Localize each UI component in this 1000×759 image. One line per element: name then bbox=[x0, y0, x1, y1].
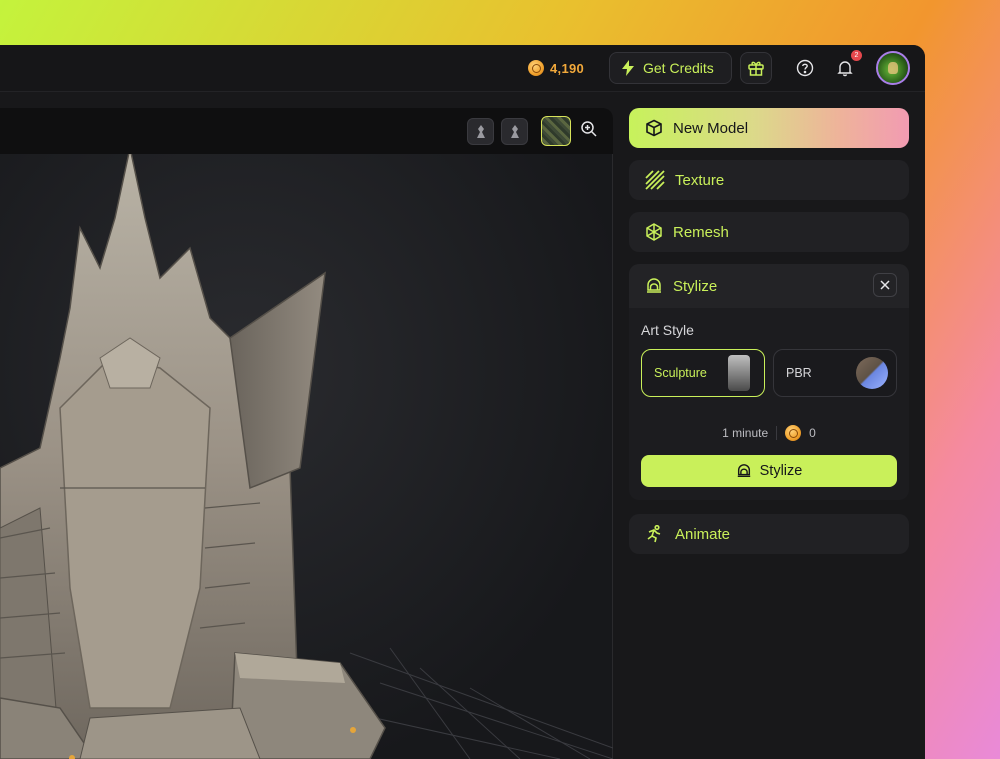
stylize-submit-button[interactable]: Stylize bbox=[641, 455, 897, 487]
stylize-button-label: Stylize bbox=[759, 463, 803, 479]
notification-badge: 2 bbox=[851, 50, 862, 61]
stylize-header[interactable]: Stylize bbox=[629, 264, 909, 308]
animate-label: Animate bbox=[675, 525, 731, 543]
model-viewport[interactable] bbox=[0, 108, 613, 759]
helmet-icon bbox=[645, 277, 663, 295]
style-option-pbr[interactable]: PBR bbox=[773, 349, 897, 397]
stylize-estimate: 1 minute 0 bbox=[629, 425, 909, 441]
viewport-toolbar bbox=[0, 108, 613, 154]
remesh-button[interactable]: Remesh bbox=[629, 212, 909, 252]
pbr-preview-image bbox=[856, 357, 888, 389]
divider bbox=[776, 426, 778, 440]
gift-button[interactable] bbox=[740, 52, 772, 84]
new-model-label: New Model bbox=[673, 119, 749, 137]
credit-balance: 4,190 bbox=[528, 59, 584, 77]
gift-icon bbox=[747, 59, 765, 77]
get-credits-label: Get Credits bbox=[643, 60, 714, 76]
credit-amount: 4,190 bbox=[550, 60, 585, 76]
remesh-label: Remesh bbox=[673, 223, 729, 241]
zoom-button[interactable] bbox=[580, 120, 600, 140]
style-option-sculpture[interactable]: Sculpture bbox=[641, 349, 765, 397]
help-button[interactable] bbox=[789, 52, 821, 84]
zoom-in-icon bbox=[580, 120, 600, 138]
close-icon bbox=[880, 280, 890, 290]
help-icon bbox=[796, 59, 814, 77]
helmet-icon bbox=[736, 463, 752, 479]
lightning-icon bbox=[621, 60, 635, 76]
art-style-label: Art Style bbox=[641, 322, 694, 338]
texture-button[interactable]: Texture bbox=[629, 160, 909, 200]
app-window: 4,190 Get Credits 2 New Model Texture Re… bbox=[0, 45, 925, 759]
figure-icon bbox=[475, 124, 487, 140]
style-option-label: Sculpture bbox=[654, 366, 707, 380]
new-model-button[interactable]: New Model bbox=[629, 108, 909, 148]
texture-icon bbox=[645, 170, 665, 190]
bell-icon bbox=[836, 59, 854, 77]
cost-text: 0 bbox=[809, 426, 816, 440]
stylize-title: Stylize bbox=[673, 277, 718, 295]
running-figure-icon bbox=[645, 525, 665, 543]
coin-icon bbox=[785, 425, 802, 441]
cube-icon bbox=[645, 119, 663, 137]
remesh-icon bbox=[645, 223, 663, 241]
get-credits-button[interactable]: Get Credits bbox=[609, 52, 732, 84]
sculpture-preview-image bbox=[728, 355, 750, 391]
stylize-panel: Stylize Art Style Sculpture PBR 1 minute… bbox=[629, 264, 909, 500]
view-mode-clay-button[interactable] bbox=[467, 118, 494, 145]
figure-icon bbox=[509, 124, 521, 140]
close-stylize-button[interactable] bbox=[873, 273, 897, 297]
view-mode-wireframe-button[interactable] bbox=[501, 118, 528, 145]
duration-text: 1 minute bbox=[722, 426, 769, 440]
scene-render bbox=[0, 147, 613, 759]
texture-label: Texture bbox=[675, 171, 725, 189]
top-bar: 4,190 Get Credits 2 bbox=[0, 45, 925, 92]
style-option-label: PBR bbox=[786, 366, 812, 380]
view-mode-textured-button[interactable] bbox=[541, 116, 571, 146]
avatar[interactable] bbox=[876, 51, 910, 85]
coin-icon bbox=[528, 60, 544, 76]
animate-button[interactable]: Animate bbox=[629, 514, 909, 554]
